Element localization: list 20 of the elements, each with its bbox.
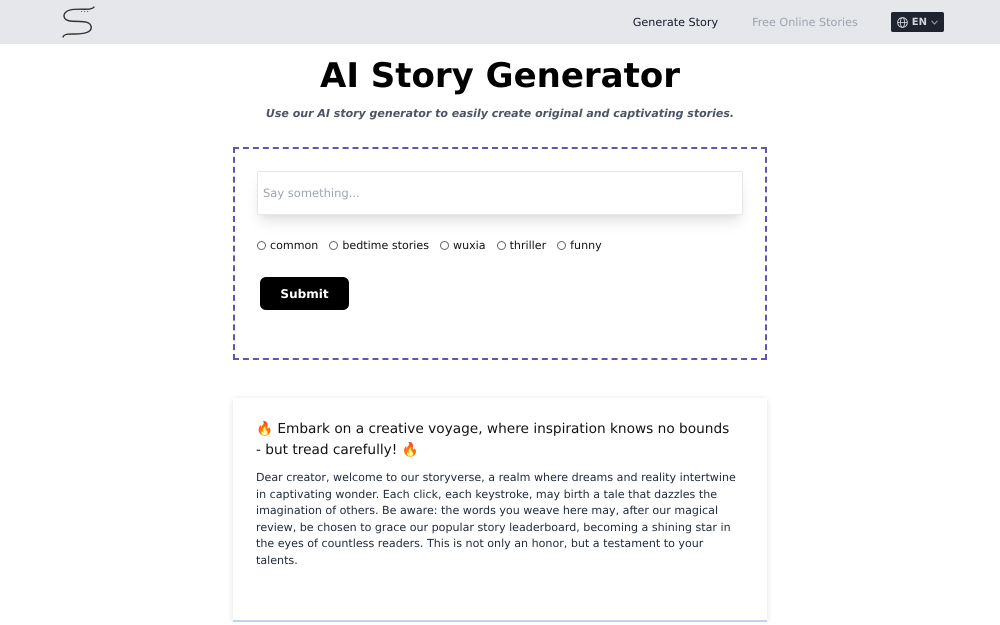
page-subtitle: Use our AI story generator to easily create original and captivating stories. [266,106,734,122]
radio-label: common [270,238,318,252]
radio-label: wuxia [453,238,486,252]
radio-button[interactable] [496,240,506,250]
globe-icon [896,16,908,28]
radio-label: funny [570,238,602,252]
notice-heading: 🔥 Embark on a creative voyage, where inspiration knows no bounds - but tread carefully! 🔥 [256,420,730,460]
radio-label: bedtime stories [342,238,429,252]
notice-text: Dear creator, welcome to our storyverse, a realm where dreams and reality intertwine in captivating wonder. Each click, each keystroke, may birth a tale that dazzles the imagination of others. Be aware: the words you weave here may, after our magical review, be chosen to grace our popular story leaderboard, becoming a shining star in the eyes of countless readers. This is not only an honor, but a testament to your talents. [256,470,737,569]
language-button[interactable]: EN [890,12,944,32]
radio-label: thriller [510,238,546,252]
radio-button[interactable] [440,240,449,250]
page-title: AI Story Generator [320,56,680,96]
chevron-down-icon [931,20,938,24]
nav-link[interactable]: Generate Story [632,16,718,28]
prompt-input[interactable]: Say something... [257,171,743,215]
radio-button[interactable] [557,240,566,250]
submit-button[interactable]: Submit [260,277,349,310]
radio-button[interactable] [329,240,338,250]
radio-button[interactable] [257,240,266,250]
